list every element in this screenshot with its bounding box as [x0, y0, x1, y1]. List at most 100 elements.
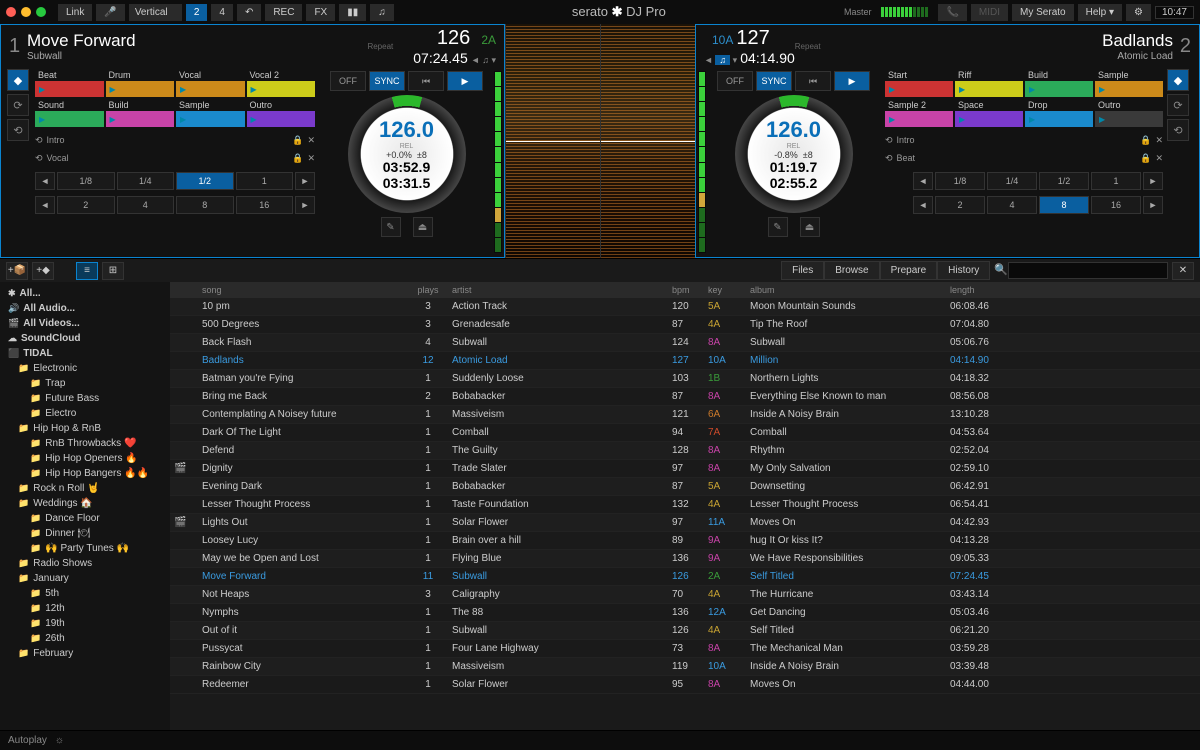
cue-pad[interactable]: Sound	[35, 99, 104, 127]
link-button[interactable]: Link	[58, 4, 92, 21]
settings-icon[interactable]: ⚙	[1126, 4, 1151, 21]
table-row[interactable]: Move Forward11Subwall1262ASelf Titled07:…	[170, 568, 1200, 586]
table-row[interactable]: Dark Of The Light1Comball947AComball04:5…	[170, 424, 1200, 442]
table-row[interactable]: Not Heaps3Caligraphy704AThe Hurricane03:…	[170, 586, 1200, 604]
minimize-window[interactable]	[21, 7, 31, 17]
table-row[interactable]: Out of it1Subwall1264ASelf Titled06:21.2…	[170, 622, 1200, 640]
day-mode-icon[interactable]: ☼	[55, 735, 64, 746]
jog-wheel[interactable]: 126.0 REL +0.0% ±8 03:52.9 03:31.5	[348, 95, 466, 213]
col-song[interactable]: song	[198, 282, 408, 298]
crate-item[interactable]: 📁Hip Hop Bangers 🔥🔥	[0, 466, 170, 481]
mic-icon[interactable]: 🎤	[96, 4, 124, 21]
table-row[interactable]: 🎬Lights Out1Solar Flower9711AMoves On04:…	[170, 514, 1200, 532]
beat-jump-size[interactable]: 8	[176, 196, 234, 214]
table-row[interactable]: 10 pm3Action Track1205AMoon Mountain Sou…	[170, 298, 1200, 316]
table-row[interactable]: May we be Open and Lost1Flying Blue1369A…	[170, 550, 1200, 568]
loop-slot[interactable]: ⟲Beat🔒✕	[885, 149, 1163, 167]
layout-dropdown[interactable]: Vertical	[129, 4, 182, 21]
search-close-icon[interactable]: ✕	[1172, 262, 1194, 280]
table-row[interactable]: Rainbow City1Massiveism11910AInside A No…	[170, 658, 1200, 676]
table-row[interactable]: Nymphs1The 8813612AGet Dancing05:03.46	[170, 604, 1200, 622]
beat-jump-fwd[interactable]: ►	[1143, 196, 1163, 214]
cue-pad[interactable]: Sample 2	[885, 99, 953, 127]
sync-button[interactable]: SYNC	[756, 71, 792, 91]
table-row[interactable]: Loosey Lucy1Brain over a hill899Ahug It …	[170, 532, 1200, 550]
crate-item[interactable]: 📁Electronic	[0, 361, 170, 376]
lib-tab-history[interactable]: History	[937, 261, 990, 280]
beat-jump-back[interactable]: ◄	[35, 196, 55, 214]
phone-icon[interactable]: 📞	[938, 4, 966, 21]
sync-off-button[interactable]: OFF	[717, 71, 753, 91]
table-row[interactable]: Pussycat1Four Lane Highway738AThe Mechan…	[170, 640, 1200, 658]
maximize-window[interactable]	[36, 7, 46, 17]
table-row[interactable]: Defend1The Guilty1288ARhythm02:52.04	[170, 442, 1200, 460]
cue-pad[interactable]: Sample	[176, 99, 245, 127]
edit-grid-icon[interactable]: ✎	[381, 217, 401, 237]
loop-slot[interactable]: ⟲Intro🔒✕	[35, 131, 315, 149]
cue-pad[interactable]: Space	[955, 99, 1023, 127]
prev-track-icon[interactable]: ⏮	[795, 71, 831, 91]
prev-track-icon[interactable]: ⏮	[408, 71, 444, 91]
crate-item[interactable]: ✱All...	[0, 286, 170, 301]
crate-item[interactable]: 📁5th	[0, 586, 170, 601]
midi-button[interactable]: MIDI	[971, 4, 1008, 21]
search-input[interactable]	[1008, 262, 1168, 279]
table-row[interactable]: 500 Degrees3Grenadesafe874ATip The Roof0…	[170, 316, 1200, 334]
fx-button[interactable]: FX	[306, 4, 335, 21]
beat-jump-size[interactable]: 16	[236, 196, 294, 214]
beat-jump-size[interactable]: 8	[1039, 196, 1089, 214]
crate-item[interactable]: 📁Weddings 🏠	[0, 496, 170, 511]
crate-item[interactable]: 🎬All Videos...	[0, 316, 170, 331]
close-window[interactable]	[6, 7, 16, 17]
add-crate-icon[interactable]: +📦	[6, 262, 28, 280]
beat-jump-size[interactable]: 2	[57, 196, 115, 214]
col-bpm[interactable]: bpm	[668, 282, 704, 298]
beat-jump-fwd[interactable]: ►	[295, 196, 315, 214]
cue-pad[interactable]: Riff	[955, 69, 1023, 97]
repeat-label[interactable]: Repeat	[367, 42, 393, 51]
crate-item[interactable]: 📁Rock n Roll 🤘	[0, 481, 170, 496]
undo-icon[interactable]: ↶	[237, 4, 261, 21]
repeat-label[interactable]: Repeat	[795, 42, 821, 51]
crate-item[interactable]: 🔊All Audio...	[0, 301, 170, 316]
beat-jump-size[interactable]: 1/2	[1039, 172, 1089, 190]
cue-pad[interactable]: Drop	[1025, 99, 1093, 127]
eject-icon[interactable]: ⏏	[800, 217, 820, 237]
center-waveforms[interactable]	[505, 24, 695, 258]
loop-tab[interactable]: ⟳	[1167, 94, 1189, 116]
beat-jump-size[interactable]: 4	[117, 196, 175, 214]
beat-jump-size[interactable]: 1/4	[987, 172, 1037, 190]
eject-icon[interactable]: ⏏	[413, 217, 433, 237]
crate-item[interactable]: 📁Radio Shows	[0, 556, 170, 571]
my-serato-button[interactable]: My Serato	[1012, 4, 1074, 21]
sync-off-button[interactable]: OFF	[330, 71, 366, 91]
loop-tab[interactable]: ⟳	[7, 94, 29, 116]
beat-jump-size[interactable]: 1	[1091, 172, 1141, 190]
crate-item[interactable]: 📁19th	[0, 616, 170, 631]
smart-crate-icon[interactable]: +◆	[32, 262, 54, 280]
beat-jump-size[interactable]: 1/4	[117, 172, 175, 190]
col-plays[interactable]: plays	[408, 282, 448, 298]
crate-item[interactable]: 📁RnB Throwbacks ❤️	[0, 436, 170, 451]
table-row[interactable]: Evening Dark1Bobabacker875ADownsetting06…	[170, 478, 1200, 496]
beat-jump-size[interactable]: 16	[1091, 196, 1141, 214]
lib-tab-prepare[interactable]: Prepare	[880, 261, 938, 280]
beat-jump-size[interactable]: 1/8	[935, 172, 985, 190]
lib-tab-browse[interactable]: Browse	[824, 261, 879, 280]
table-row[interactable]: Badlands12Atomic Load12710AMillion04:14.…	[170, 352, 1200, 370]
beat-jump-size[interactable]: 2	[935, 196, 985, 214]
sync-button[interactable]: SYNC	[369, 71, 405, 91]
table-row[interactable]: Redeemer1Solar Flower958AMoves On04:44.0…	[170, 676, 1200, 694]
flip-tab[interactable]: ⟲	[1167, 119, 1189, 141]
play-button[interactable]: ▶	[834, 71, 870, 91]
grid-view-icon[interactable]: ⊞	[102, 262, 124, 280]
crate-item[interactable]: 📁Future Bass	[0, 391, 170, 406]
crate-item[interactable]: 📁🙌 Party Tunes 🙌	[0, 541, 170, 556]
flip-tab[interactable]: ⟲	[7, 119, 29, 141]
beat-jump-size[interactable]: 4	[987, 196, 1037, 214]
crate-item[interactable]: 📁Dinner 🍽	[0, 526, 170, 541]
loop-slot[interactable]: ⟲Intro🔒✕	[885, 131, 1163, 149]
beat-jump-back[interactable]: ◄	[913, 172, 933, 190]
crate-item[interactable]: ☁SoundCloud	[0, 331, 170, 346]
crate-item[interactable]: 📁Electro	[0, 406, 170, 421]
